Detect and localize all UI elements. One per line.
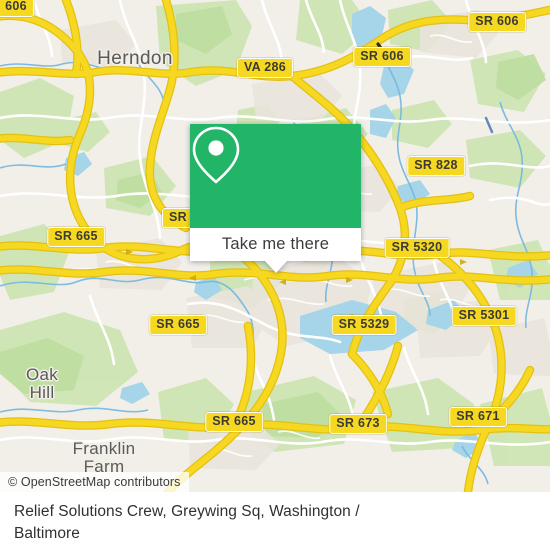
footer-bar: Relief Solutions Crew, Greywing Sq, Wash… (0, 492, 550, 550)
map-callout-card[interactable]: Take me there (190, 124, 361, 273)
road-shield-sr-671[interactable]: SR 671 (449, 406, 507, 428)
map-canvas[interactable]: Herndon Oak Hill Franklin Farm 606 SR 60… (0, 0, 550, 492)
road-shield-sr-665-b[interactable]: SR 665 (149, 314, 207, 336)
road-shield-sr-665-c[interactable]: SR 665 (205, 411, 263, 433)
road-shield-606[interactable]: 606 (0, 0, 34, 18)
road-shield-sr-828[interactable]: SR 828 (407, 155, 465, 177)
location-pin-icon (192, 126, 240, 184)
map-screenshot: Herndon Oak Hill Franklin Farm 606 SR 60… (0, 0, 550, 550)
callout-tail (264, 261, 287, 273)
road-shield-sr-5320[interactable]: SR 5320 (384, 237, 450, 259)
callout-icon-area (190, 124, 361, 228)
take-me-there-button[interactable]: Take me there (190, 228, 361, 261)
road-shield-sr-606-b[interactable]: SR 606 (353, 46, 411, 68)
osm-attribution[interactable]: © OpenStreetMap contributors (0, 472, 189, 492)
road-shield-sr-606-a[interactable]: SR 606 (468, 11, 526, 33)
road-shield-sr-673[interactable]: SR 673 (329, 413, 387, 435)
road-shield-sr-665-a[interactable]: SR 665 (47, 226, 105, 248)
place-title: Relief Solutions Crew, Greywing Sq, Wash… (14, 503, 360, 542)
road-shield-sr-5329[interactable]: SR 5329 (331, 314, 397, 336)
road-shield-sr-5301[interactable]: SR 5301 (451, 305, 517, 327)
road-shield-va-286[interactable]: VA 286 (236, 57, 294, 79)
